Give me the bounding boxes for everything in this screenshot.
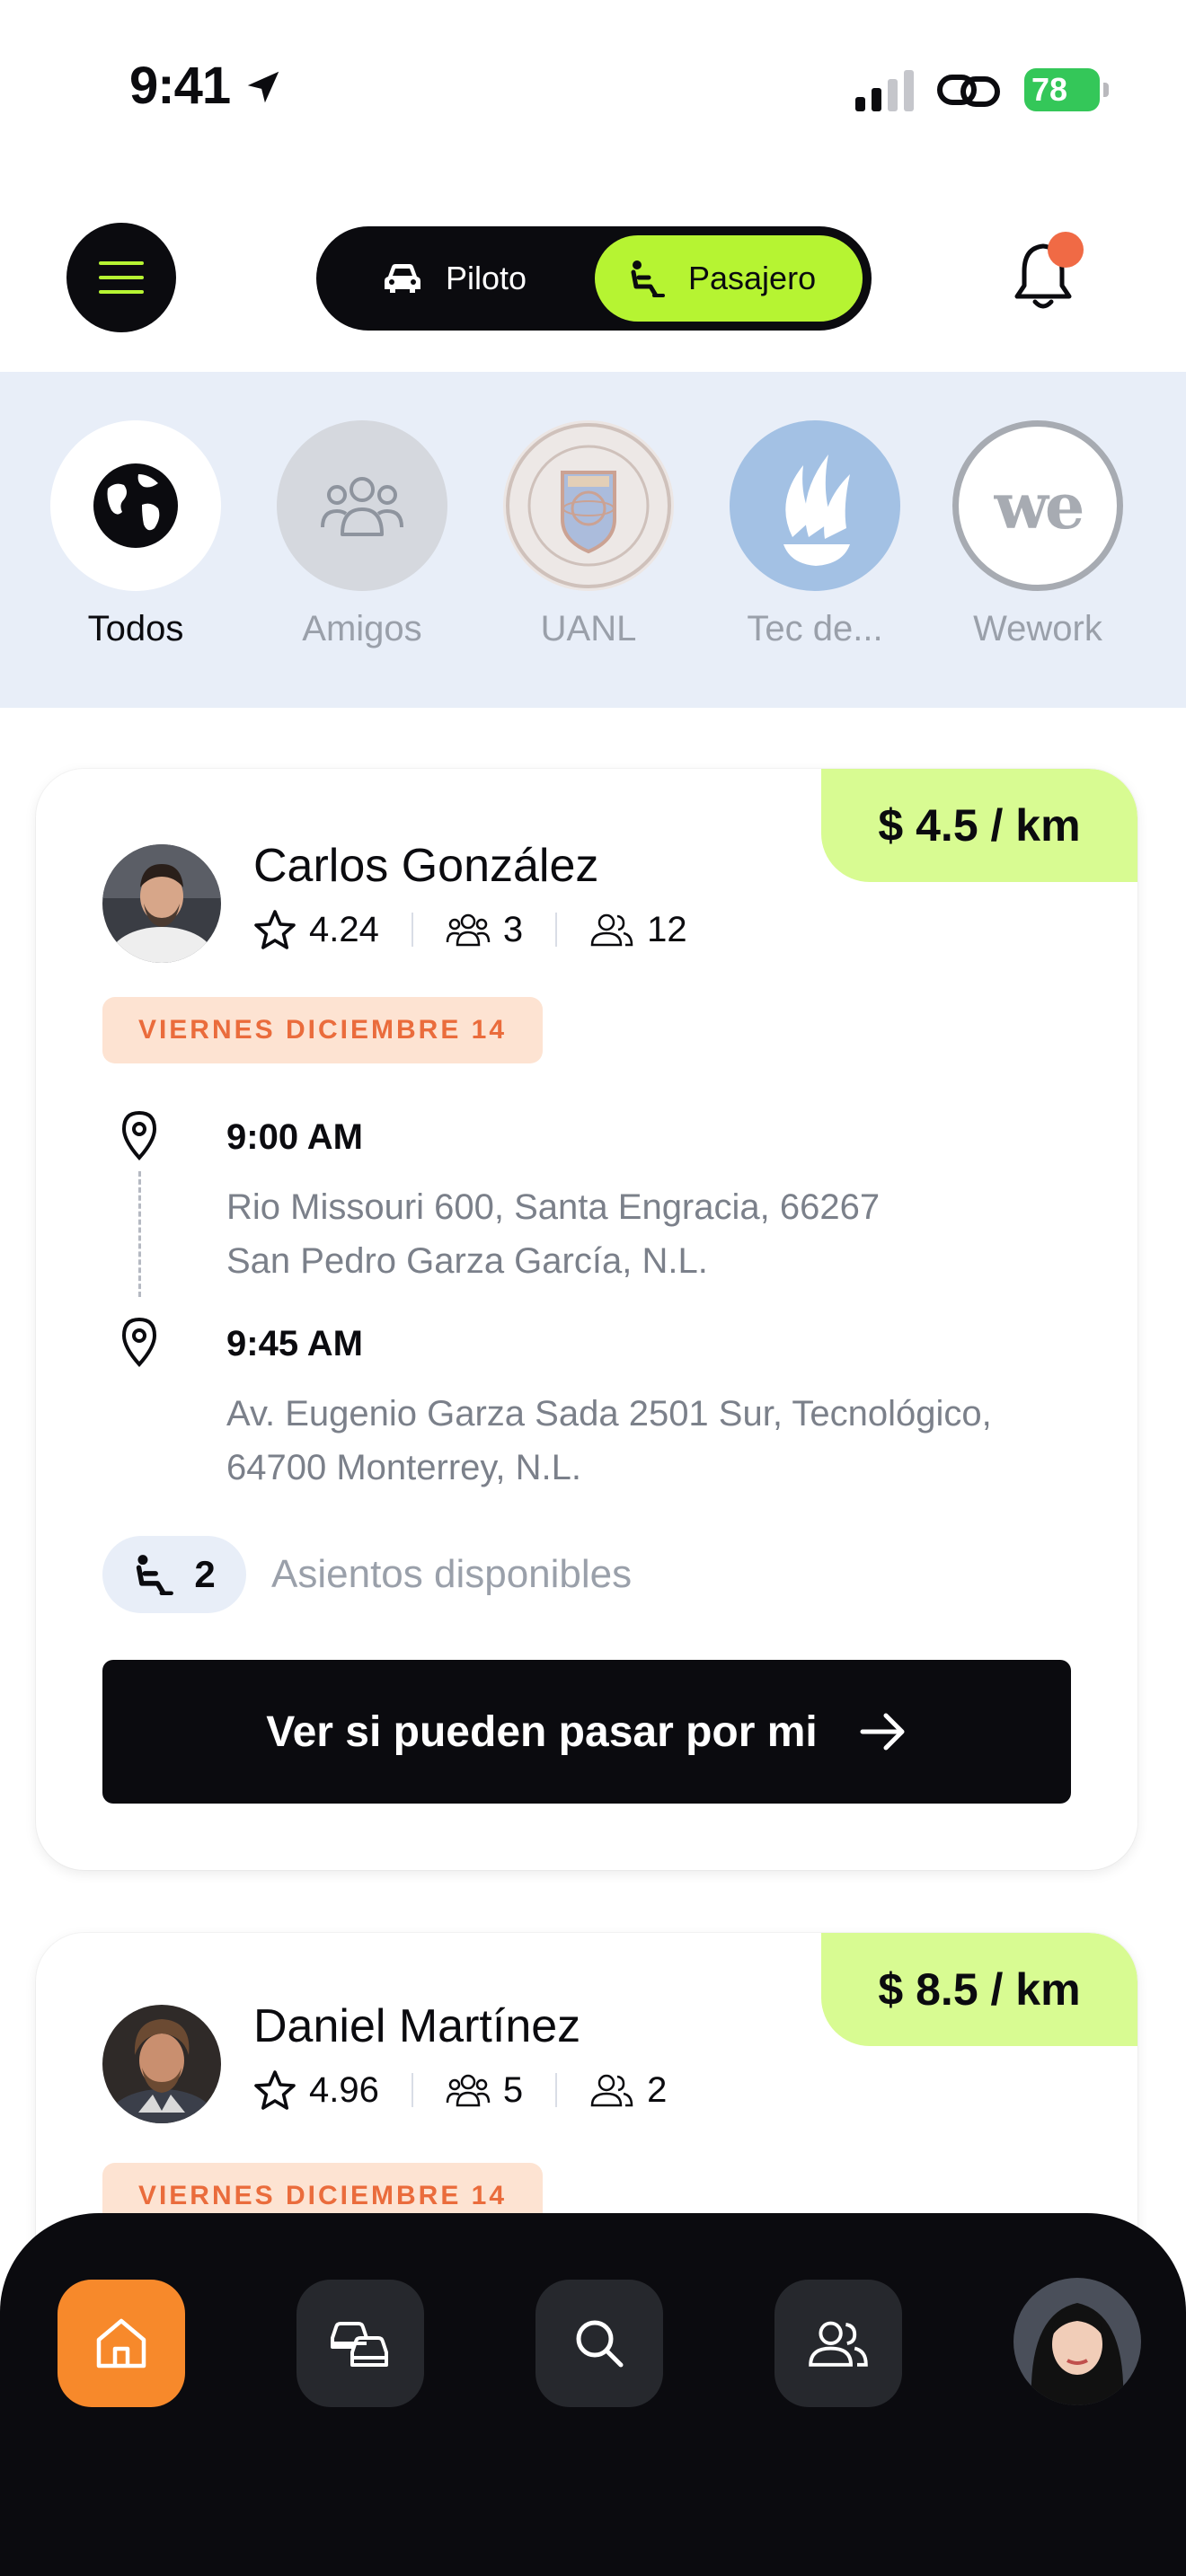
wework-logo-icon: we — [952, 420, 1123, 591]
mutual-count: 12 — [589, 910, 687, 950]
search-icon — [576, 2320, 624, 2368]
uanl-seal-icon — [503, 420, 674, 591]
mutual-value: 12 — [647, 909, 687, 949]
star-icon — [254, 910, 296, 949]
date-badge: VIERNES DICIEMBRE 14 — [102, 997, 543, 1063]
dropoff-time: 9:45 AM — [226, 1324, 363, 1363]
hotspot-link-icon — [937, 75, 1000, 107]
people-icon — [809, 2321, 868, 2367]
driver-name: Carlos González — [253, 840, 599, 892]
driver-name: Daniel Martínez — [253, 2000, 581, 2052]
pasajero-toggle-option[interactable]: Pasajero — [595, 235, 863, 322]
hamburger-icon — [99, 261, 144, 294]
nav-search[interactable] — [535, 2280, 663, 2407]
status-time: 9:41 — [129, 57, 231, 115]
divider — [411, 913, 413, 947]
divider — [555, 913, 558, 947]
globe-icon — [50, 420, 221, 591]
group-icon — [446, 2074, 491, 2107]
friends-value: 5 — [502, 2069, 524, 2110]
piloto-toggle-option[interactable]: Piloto — [334, 235, 604, 322]
arrow-right-icon — [860, 1713, 905, 1751]
driver-avatar — [102, 844, 221, 963]
location-pin-icon — [121, 1110, 157, 1160]
notification-badge — [1048, 232, 1084, 268]
role-toggle: Piloto Pasajero — [316, 226, 872, 331]
pasajero-label: Pasajero — [688, 260, 817, 296]
group-tec[interactable]: Tec de... — [730, 420, 900, 649]
seats-count: 2 — [194, 1553, 216, 1595]
group-label: Wework — [973, 609, 1102, 648]
group-wework[interactable]: we Wework — [952, 420, 1123, 649]
ride-card[interactable]: $ 4.5 / km Carlos González 4.24 3 12 VIE… — [36, 769, 1137, 1870]
dropoff-address-line-2: 64700 Monterrey, N.L. — [226, 1448, 582, 1487]
tec-flame-icon — [730, 420, 900, 591]
status-bar: 9:41 78 — [0, 0, 1186, 180]
users-icon — [590, 913, 633, 947]
location-pin-icon — [121, 1317, 157, 1367]
group-label: Amigos — [302, 609, 422, 648]
profile-avatar[interactable] — [1013, 2278, 1141, 2405]
users-icon — [590, 2074, 633, 2107]
passenger-seat-icon — [137, 1555, 174, 1595]
dropoff-address: Av. Eugenio Garza Sada 2501 Sur, Tecnoló… — [226, 1387, 1125, 1495]
driver-stats: 4.24 3 12 — [253, 905, 687, 954]
bottom-nav — [0, 2213, 1186, 2576]
seats-label: Asientos disponibles — [271, 1552, 633, 1596]
driver-avatar — [102, 2005, 221, 2123]
battery-level: 78 — [1024, 68, 1100, 111]
cellular-signal-icon — [855, 70, 914, 111]
mutual-count: 2 — [589, 2070, 667, 2111]
divider — [555, 2073, 558, 2107]
friends-count: 5 — [446, 2070, 523, 2111]
pickup-address: Rio Missouri 600, Santa Engracia, 66267 … — [226, 1180, 1125, 1288]
rating: 4.96 — [253, 2069, 379, 2111]
pickup-address-line-1: Rio Missouri 600, Santa Engracia, 66267 — [226, 1187, 881, 1227]
piloto-label: Piloto — [446, 260, 527, 296]
pickup-address-line-2: San Pedro Garza García, N.L. — [226, 1241, 708, 1281]
group-label: Todos — [87, 609, 184, 648]
available-seats: 2 Asientos disponibles — [102, 1536, 632, 1613]
menu-button[interactable] — [66, 223, 176, 332]
friends-icon — [277, 420, 447, 591]
request-pickup-button[interactable]: Ver si pueden pasar por mi — [102, 1660, 1071, 1804]
price-badge: $ 4.5 / km — [821, 769, 1137, 882]
group-icon — [446, 913, 491, 947]
group-filter-bar: Todos Amigos UANL Tec de... we Wework — [0, 372, 1186, 708]
rating-value: 4.96 — [309, 2069, 379, 2110]
battery-icon: 78 — [1024, 68, 1109, 113]
passenger-seat-icon — [631, 260, 665, 297]
friends-count: 3 — [446, 910, 523, 950]
divider — [411, 2073, 413, 2107]
nav-home[interactable] — [58, 2280, 185, 2407]
star-icon — [254, 2070, 296, 2110]
group-uanl[interactable]: UANL — [503, 420, 674, 649]
cars-icon — [331, 2322, 388, 2367]
route-line — [138, 1171, 141, 1297]
car-icon — [385, 264, 420, 293]
nav-rides[interactable] — [296, 2280, 424, 2407]
dropoff-address-line-1: Av. Eugenio Garza Sada 2501 Sur, Tecnoló… — [226, 1394, 992, 1434]
price-badge: $ 8.5 / km — [821, 1933, 1137, 2046]
mutual-value: 2 — [647, 2069, 668, 2110]
group-todos[interactable]: Todos — [50, 420, 221, 649]
rating-value: 4.24 — [309, 909, 379, 949]
pickup-time: 9:00 AM — [226, 1117, 363, 1157]
location-arrow-icon — [247, 71, 279, 103]
request-pickup-label: Ver si pueden pasar por mi — [266, 1707, 818, 1756]
group-amigos[interactable]: Amigos — [277, 420, 447, 649]
seats-chip: 2 — [102, 1536, 246, 1613]
driver-stats: 4.96 5 2 — [253, 2066, 667, 2114]
group-label: Tec de... — [747, 609, 883, 648]
nav-community[interactable] — [774, 2280, 902, 2407]
rating: 4.24 — [253, 909, 379, 950]
notifications-button[interactable] — [1012, 232, 1084, 316]
home-icon — [96, 2318, 146, 2369]
group-label: UANL — [540, 609, 637, 648]
friends-value: 3 — [502, 909, 524, 949]
